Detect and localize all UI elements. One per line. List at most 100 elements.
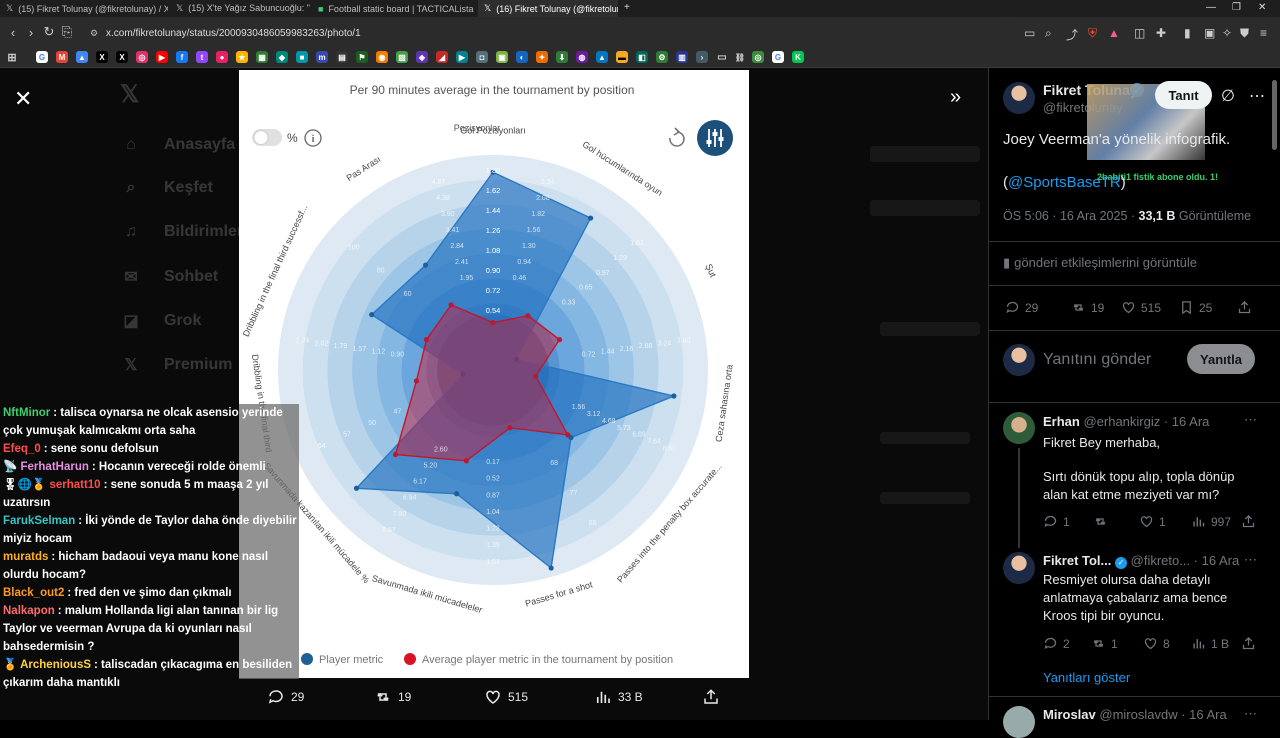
reply-repost-stat[interactable] xyxy=(1093,514,1108,529)
reload-icon[interactable]: ↻ xyxy=(40,24,58,40)
sidebar-icon[interactable]: ▮ xyxy=(1184,26,1191,40)
browser-tab-2[interactable]: 𝕏 (15) X'te Yağız Sabuncuoğlu: "📌 PS xyxy=(170,0,310,17)
bookmark-icon[interactable]: ◐ xyxy=(516,51,528,63)
twitch-bookmark-icon[interactable]: t xyxy=(196,51,208,63)
bookmark-icon[interactable]: ⬇ xyxy=(556,51,568,63)
close-viewer-button[interactable]: ✕ xyxy=(14,86,32,112)
share-button[interactable] xyxy=(702,688,720,706)
bookmark-icon[interactable]: ▤ xyxy=(336,51,348,63)
follow-button[interactable]: Tanıt xyxy=(1155,81,1212,109)
bookmark-icon[interactable]: ▥ xyxy=(676,51,688,63)
leo-icon[interactable]: ✧ xyxy=(1222,26,1232,40)
reset-icon[interactable] xyxy=(669,127,685,147)
reply-repost-stat[interactable]: 1 xyxy=(1091,636,1118,651)
bookmark-icon[interactable]: ⚑ xyxy=(356,51,368,63)
extension-icon[interactable]: ◫ xyxy=(1134,26,1145,40)
reply-avatar[interactable] xyxy=(1003,552,1035,584)
bookmark-icon[interactable]: ⚙ xyxy=(656,51,668,63)
bookmark-icon[interactable]: ▦ xyxy=(256,51,268,63)
grok-icon[interactable]: ∅ xyxy=(1221,86,1235,106)
reply-avatar[interactable] xyxy=(1003,412,1035,444)
bookmark-icon[interactable]: ◆ xyxy=(276,51,288,63)
share-icon[interactable]: ⤴ xyxy=(1066,26,1078,43)
panel-scrollbar[interactable] xyxy=(1272,80,1277,150)
google-bookmark-icon[interactable]: G xyxy=(772,51,784,63)
reply-stat[interactable]: 29 xyxy=(1005,300,1038,315)
bookmark-icon[interactable]: ✦ xyxy=(536,51,548,63)
reply-views-stat[interactable]: 1 B xyxy=(1191,636,1229,651)
x-bookmark-2-icon[interactable]: X xyxy=(116,51,128,63)
window-close-icon[interactable]: ✕ xyxy=(1258,2,1266,13)
site-settings-icon[interactable]: ⚙ xyxy=(90,28,98,39)
repost-button[interactable]: 19 xyxy=(374,688,411,706)
bookmark-icon[interactable]: ■ xyxy=(296,51,308,63)
percent-toggle[interactable] xyxy=(252,129,282,146)
browser-tab-1[interactable]: 𝕏 (15) Fikret Tolunay (@fikretolunay) / … xyxy=(0,0,168,17)
post-engagements-link[interactable]: ▮ gönderi etkileşimlerini görüntüle xyxy=(1003,255,1197,271)
bookmark-icon[interactable]: › xyxy=(696,51,708,63)
infographic-photo[interactable]: Per 90 minutes average in the tournament… xyxy=(239,70,749,678)
more-options-icon[interactable]: ⋯ xyxy=(1249,86,1265,106)
views-button[interactable]: 33 B xyxy=(594,688,643,706)
reply-share-stat[interactable] xyxy=(1241,636,1256,651)
bookmark-icon[interactable]: ◢ xyxy=(436,51,448,63)
gmail-bookmark-icon[interactable]: M xyxy=(56,51,68,63)
bookmark-icon[interactable]: m xyxy=(316,51,328,63)
like-button[interactable]: 515 xyxy=(484,688,528,706)
bookmark-icon[interactable]: ▬ xyxy=(616,51,628,63)
bookmark-icon[interactable]: ⎘ xyxy=(58,24,76,40)
bookmark-icon[interactable]: ◘ xyxy=(476,51,488,63)
like-stat[interactable]: 515 xyxy=(1121,300,1161,315)
share-stat[interactable] xyxy=(1237,300,1252,315)
folder-icon[interactable]: ▭ xyxy=(716,51,728,63)
x-bookmark-icon[interactable]: X xyxy=(96,51,108,63)
expand-panel-button[interactable]: » xyxy=(950,86,961,109)
bookmark-icon[interactable]: K xyxy=(792,51,804,63)
forward-icon[interactable]: › xyxy=(22,25,40,40)
show-replies-link[interactable]: Yanıtları göster xyxy=(1043,670,1130,685)
drive-bookmark-icon[interactable]: ▲ xyxy=(76,51,88,63)
bookmark-icon[interactable]: ◎ xyxy=(752,51,764,63)
google-bookmark-icon[interactable]: G xyxy=(36,51,48,63)
vpn-icon[interactable]: ⛊ xyxy=(1240,26,1249,41)
tweet-timestamp[interactable]: ÖS 5:06 · 16 Ara 2025 · xyxy=(1003,209,1135,223)
browser-tab-3[interactable]: ■ Football static board | TACTICALista xyxy=(312,0,476,17)
bookmark-icon[interactable]: ▣ xyxy=(496,51,508,63)
reply-more-icon[interactable]: ⋯ xyxy=(1244,412,1257,428)
reply-more-icon[interactable]: ⋯ xyxy=(1244,552,1257,568)
bookmark-stat[interactable]: 25 xyxy=(1179,300,1212,315)
address-bar[interactable]: ⚙ x.com/fikretolunay/status/200093048605… xyxy=(86,22,1016,44)
bookmark-icon[interactable]: ◍ xyxy=(576,51,588,63)
cast-icon[interactable]: ▭ xyxy=(1024,26,1035,40)
back-icon[interactable]: ‹ xyxy=(4,25,22,40)
puzzle-icon[interactable]: ✚ xyxy=(1156,26,1166,40)
author-avatar[interactable] xyxy=(1003,82,1035,114)
reply-avatar[interactable] xyxy=(1003,706,1035,738)
minimize-icon[interactable]: — xyxy=(1206,2,1216,13)
reply-submit-button[interactable]: Yanıtla xyxy=(1187,344,1255,374)
info-icon[interactable]: i xyxy=(304,129,322,147)
reply-like-stat[interactable]: 8 xyxy=(1143,636,1170,651)
reply-share-stat[interactable] xyxy=(1241,514,1256,529)
bookmark-icon[interactable]: ◉ xyxy=(376,51,388,63)
reply-reply-stat[interactable]: 2 xyxy=(1043,636,1070,651)
new-tab-button[interactable]: + xyxy=(624,2,630,13)
restore-icon[interactable]: ❐ xyxy=(1232,2,1241,13)
rewards-icon[interactable]: ▲ xyxy=(1108,26,1120,40)
bookmark-icon[interactable]: ◈ xyxy=(416,51,428,63)
bookmark-icon[interactable]: ● xyxy=(216,51,228,63)
brave-shields-icon[interactable]: ⛨ xyxy=(1088,26,1097,41)
bookmark-icon[interactable]: ▧ xyxy=(396,51,408,63)
instagram-bookmark-icon[interactable]: ◎ xyxy=(136,51,148,63)
repost-stat[interactable]: 19 xyxy=(1071,300,1104,315)
settings-sliders-button[interactable] xyxy=(697,120,733,156)
menu-icon[interactable]: ≡ xyxy=(1260,26,1267,40)
browser-tab-4-active[interactable]: 𝕏 (16) Fikret Tolunay (@fikretolun ✕ xyxy=(478,0,618,17)
bookmark-icon[interactable]: ★ xyxy=(236,51,248,63)
reply-like-stat[interactable]: 1 xyxy=(1139,514,1166,529)
mention-link[interactable]: @SportsBaseTR xyxy=(1008,174,1121,191)
reply-author[interactable]: Fikret Tol... xyxy=(1043,553,1111,568)
reply-views-stat[interactable]: 997 xyxy=(1191,514,1231,529)
reply-input[interactable]: Yanıtını gönder xyxy=(1043,351,1151,369)
apps-grid-icon[interactable]: ⊞ xyxy=(6,51,18,64)
